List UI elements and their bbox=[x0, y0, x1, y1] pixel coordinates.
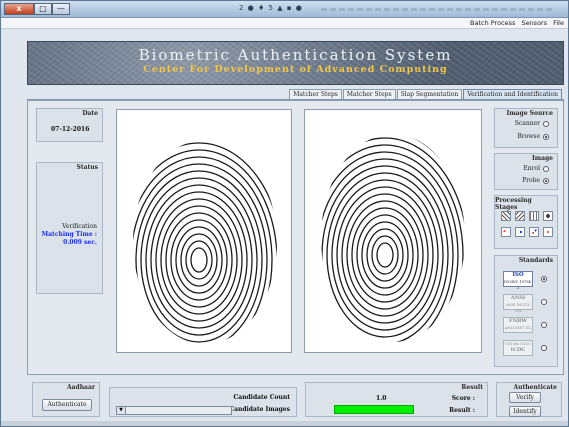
option-scanner[interactable]: Scanner bbox=[515, 120, 549, 127]
fingerprint-left bbox=[133, 140, 277, 344]
menu-bar: Batch Process Sensors File bbox=[1, 18, 568, 29]
tab-matcher-steps[interactable]: Matcher Steps bbox=[342, 89, 396, 99]
status-line-2: Matching Time : bbox=[41, 231, 97, 238]
option-probe[interactable]: Probe bbox=[522, 177, 549, 184]
standard-fnbw-sub: ANSI NIST ITL bbox=[504, 326, 532, 330]
fingerprint-right bbox=[321, 134, 465, 342]
authenticate-group-label: Authenticate bbox=[513, 384, 557, 391]
image-label: Image bbox=[531, 155, 553, 162]
option-probe-label: Probe bbox=[522, 177, 540, 184]
radio-fnbw[interactable] bbox=[541, 322, 547, 328]
standard-fnbw-label: FNBW bbox=[509, 318, 527, 324]
menu-file[interactable]: File bbox=[553, 19, 564, 27]
option-scanner-label: Scanner bbox=[514, 120, 540, 127]
authenticate-group: Authenticate Verify Identify bbox=[496, 382, 562, 417]
enrol-fingerprint-image bbox=[116, 109, 292, 353]
status-label: Status bbox=[76, 164, 98, 171]
identify-button[interactable]: Identify bbox=[509, 406, 541, 417]
stage-thumb-2[interactable] bbox=[515, 211, 525, 221]
app-banner: Biometric Authentication System Center F… bbox=[27, 41, 564, 85]
processing-stages-label: Processing Stages bbox=[495, 197, 532, 211]
image-source-label: Image Source bbox=[506, 110, 553, 117]
window-title: 2 ● ♦ 5 ▲ ▪ ● bbox=[239, 4, 303, 12]
date-group: Date 07-12-2016 bbox=[36, 108, 103, 142]
radio-enrol[interactable] bbox=[543, 165, 549, 172]
option-enrol[interactable]: Enrol bbox=[523, 165, 549, 172]
option-browse-label: Browse bbox=[517, 133, 540, 140]
authenticate-button[interactable]: Authenticate bbox=[42, 399, 92, 411]
close-button[interactable]: x bbox=[4, 3, 34, 15]
radio-icdc[interactable] bbox=[541, 345, 547, 351]
image-source-group: Image Source Scanner Browse bbox=[494, 108, 558, 148]
menu-sensors[interactable]: Sensors bbox=[521, 19, 547, 27]
processing-stages-group: Processing Stages bbox=[494, 195, 558, 249]
banner-title: Biometric Authentication System bbox=[138, 46, 453, 64]
standard-iso-sub: ISO/IEC 19794-2 bbox=[504, 280, 532, 290]
date-label: Date bbox=[82, 110, 98, 117]
stage-thumb-5[interactable] bbox=[501, 227, 511, 237]
standard-iso-label: ISO bbox=[512, 272, 524, 278]
standard-ansi-sub: ANSI INCITS 378 bbox=[506, 303, 530, 313]
app-window: x □ — 2 ● ♦ 5 ▲ ▪ ● Batch Process Sensor… bbox=[0, 0, 569, 427]
tab-verification-identification[interactable]: Verification and Identification bbox=[463, 89, 562, 99]
standard-ansi-label: ANSI bbox=[510, 295, 526, 301]
chevron-down-icon[interactable]: ▼ bbox=[117, 407, 126, 414]
banner-subtitle: Center For Development of Advanced Compu… bbox=[143, 64, 448, 75]
radio-iso[interactable] bbox=[541, 276, 547, 282]
standard-iso[interactable]: ISO ISO/IEC 19794-2 bbox=[503, 271, 533, 290]
date-value: 07-12-2016 bbox=[51, 126, 90, 133]
result-label: Result : bbox=[449, 407, 475, 414]
stage-thumb-4[interactable] bbox=[543, 211, 553, 221]
stage-thumb-6[interactable] bbox=[515, 227, 525, 237]
main-panel bbox=[27, 100, 564, 375]
maximize-button[interactable]: □ bbox=[34, 3, 52, 15]
stage-thumb-1[interactable] bbox=[501, 211, 511, 221]
option-enrol-label: Enrol bbox=[523, 165, 540, 172]
title-bar: x □ — 2 ● ♦ 5 ▲ ▪ ● bbox=[1, 1, 568, 18]
candidate-group: Candidate Count Candidate Images ▼ bbox=[109, 387, 297, 417]
tab-strip: Matcher Steps Matcher Steps Slap Segment… bbox=[289, 89, 562, 99]
status-group: Status Verification Matching Time : 0.00… bbox=[36, 162, 103, 294]
standard-icdc[interactable]: UID Bio CDCC ICDC bbox=[503, 340, 533, 356]
stage-thumb-7[interactable] bbox=[529, 227, 539, 237]
status-bar bbox=[1, 421, 568, 426]
radio-ansi[interactable] bbox=[541, 299, 547, 305]
score-value: 1.0 bbox=[376, 395, 387, 402]
status-line-1: Verification bbox=[62, 223, 97, 230]
tab-matcher-steps-2[interactable]: Matcher Steps bbox=[289, 89, 342, 99]
result-indicator bbox=[334, 405, 414, 414]
score-label: Score : bbox=[451, 395, 475, 402]
result-group-label: Result bbox=[461, 384, 483, 391]
image-group: Image Enrol Probe bbox=[494, 153, 558, 190]
standards-group: Standards ISO ISO/IEC 19794-2 ANSI ANSI … bbox=[494, 255, 558, 367]
aadhaar-group: Aadhaar Authenticate bbox=[32, 382, 100, 417]
candidate-images-label: Candidate Images bbox=[229, 406, 290, 413]
aadhaar-label: Aadhaar bbox=[66, 384, 95, 391]
menu-batch-process[interactable]: Batch Process bbox=[470, 19, 515, 27]
verify-button[interactable]: Verify bbox=[509, 392, 541, 403]
result-group: Result Score : 1.0 Result : bbox=[305, 382, 488, 417]
radio-scanner[interactable] bbox=[543, 120, 549, 127]
candidate-count-combo[interactable]: ▼ bbox=[116, 406, 232, 415]
probe-fingerprint-image bbox=[304, 109, 482, 353]
radio-browse[interactable] bbox=[543, 133, 549, 140]
candidate-count-label: Candidate Count bbox=[233, 394, 290, 401]
option-browse[interactable]: Browse bbox=[517, 133, 549, 140]
window-controls: x □ — bbox=[4, 3, 70, 15]
standards-label: Standards bbox=[518, 257, 553, 264]
status-line-3: 0.009 sec. bbox=[63, 239, 97, 246]
standard-fnbw[interactable]: FNBW ANSI NIST ITL bbox=[503, 317, 533, 333]
minimize-button[interactable]: — bbox=[52, 3, 70, 15]
stage-thumb-3[interactable] bbox=[529, 211, 539, 221]
tab-slap-segmentation[interactable]: Slap Segmentation bbox=[396, 89, 463, 99]
stage-thumb-8[interactable] bbox=[543, 227, 553, 237]
title-decoration bbox=[321, 8, 553, 11]
standard-ansi[interactable]: ANSI ANSI INCITS 378 bbox=[503, 294, 533, 313]
radio-probe[interactable] bbox=[543, 177, 549, 184]
standard-icdc-label: ICDC bbox=[510, 347, 526, 353]
